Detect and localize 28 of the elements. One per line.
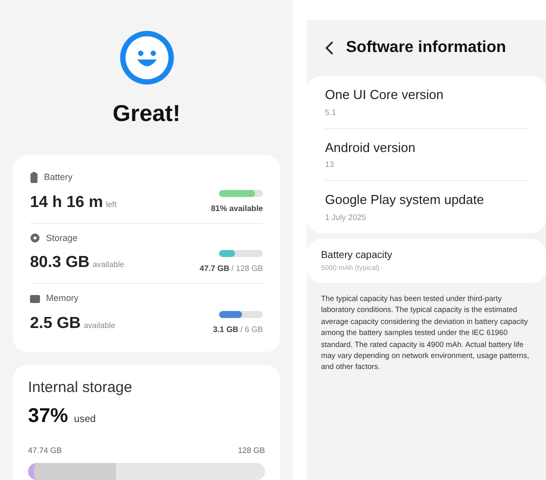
- page-title: Software information: [346, 38, 506, 58]
- resource-total: / 128 GB: [231, 263, 263, 275]
- resource-label: Storage: [46, 232, 78, 245]
- disc-icon: [30, 233, 40, 244]
- resource-used: 3.1 GB: [212, 324, 238, 336]
- total-amount: 128 GB: [238, 445, 265, 457]
- back-icon[interactable]: [325, 41, 334, 55]
- resource-label: Battery: [44, 171, 73, 184]
- resource-value: 2.5 GB: [30, 314, 81, 334]
- internal-storage-title: Internal storage: [28, 378, 134, 398]
- resource-used: 47.7 GB: [200, 263, 230, 275]
- resource-reading: 81% available: [210, 202, 263, 214]
- resource-unit: left: [106, 198, 117, 210]
- resource-unit: available: [92, 259, 124, 271]
- resource-label: Memory: [46, 292, 79, 305]
- info-item[interactable]: Android version 13: [325, 128, 528, 180]
- used-percent: 37%: [28, 404, 68, 429]
- used-label: used: [74, 413, 96, 427]
- info-item[interactable]: Google Play system update 1 July 2025: [325, 180, 528, 232]
- resource-total: / 6 GB: [240, 324, 263, 336]
- chip-icon: [30, 294, 40, 303]
- resource-value: 14 h 16 m: [30, 192, 103, 212]
- info-item[interactable]: One UI Core version 5.1: [325, 76, 528, 128]
- resource-value: 80.3 GB: [30, 253, 90, 273]
- battery-icon: [30, 172, 38, 184]
- status-title: Great!: [112, 98, 180, 128]
- resource-unit: available: [84, 320, 116, 332]
- used-amount: 47.74 GB: [28, 445, 62, 457]
